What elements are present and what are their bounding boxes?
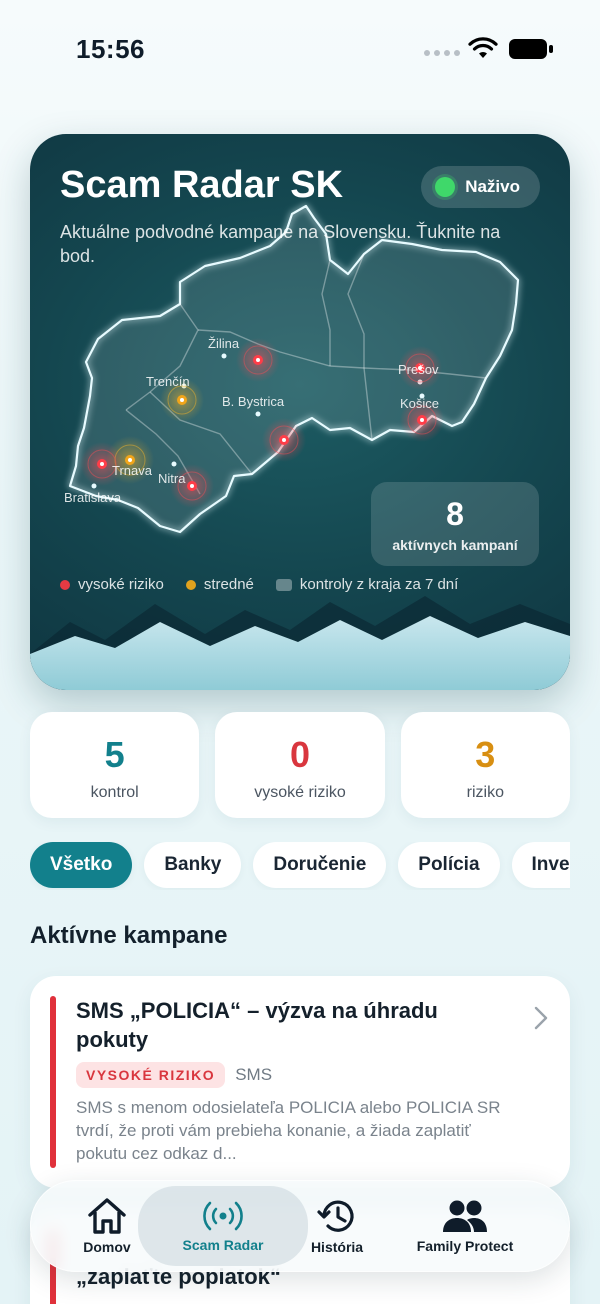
stat-label: riziko <box>466 784 504 801</box>
tab-family-protect[interactable]: Family Protect <box>400 1180 530 1272</box>
campaign-description: SMS s menom odosielateľa POLICIA alebo P… <box>76 1098 501 1163</box>
region-checks-square-icon <box>275 578 292 591</box>
legend-high: vysoké riziko <box>60 576 164 593</box>
city-label: Trenčín <box>146 374 190 389</box>
campaign-tags: VYSOKÉ RIZIKO SMS <box>76 1062 272 1088</box>
legend-checks: kontroly z kraja za 7 dní <box>275 576 458 593</box>
wifi-icon <box>468 37 498 58</box>
home-icon <box>88 1198 126 1234</box>
bottom-tab-bar: Domov Scam Radar História Family Protect <box>30 1180 570 1272</box>
filter-chip-investments[interactable]: Investície <box>511 842 570 888</box>
city-label: Žilina <box>208 336 240 351</box>
stat-risk: 3 riziko <box>400 712 570 818</box>
stat-label: vysoké riziko <box>254 784 346 801</box>
hero-subtitle: Aktuálne podvodné kampane na Slovensku. … <box>60 222 501 266</box>
history-icon <box>317 1200 354 1232</box>
page-title: Scam Radar SK <box>60 164 344 206</box>
risk-indicator-bar <box>50 996 56 1168</box>
high-risk-dot-icon <box>60 579 70 590</box>
stat-checks: 5 kontrol <box>30 712 200 818</box>
legend-medium: stredné <box>185 576 254 593</box>
tab-label: Domov <box>83 1239 131 1255</box>
stats-row: 5 kontrol 0 vysoké riziko 3 riziko <box>30 712 570 818</box>
campaign-title: SMS „POLICIA“ – výzva na úhradu pokuty <box>76 998 438 1052</box>
stat-high-risk: 0 vysoké riziko <box>215 712 385 818</box>
category-filters: Všetko Banky Doručenie Polícia Investíci… <box>30 842 570 890</box>
battery-icon <box>509 39 553 59</box>
tab-label: Scam Radar <box>182 1237 264 1253</box>
city-label: B. Bystrica <box>222 394 285 409</box>
city-label: Prešov <box>398 362 439 377</box>
section-title: Aktívne kampane <box>30 922 228 949</box>
stat-value: 5 <box>104 734 125 775</box>
city-label: Nitra <box>158 471 186 486</box>
city-label: Košice <box>400 396 439 411</box>
hotspot-high[interactable] <box>262 418 306 462</box>
live-label: Naživo <box>465 177 520 196</box>
map-legend: vysoké riziko stredné kontroly z kraja z… <box>60 576 458 593</box>
chevron-right-icon <box>534 1006 548 1030</box>
family-icon <box>443 1200 487 1232</box>
filter-chip-banks[interactable]: Banky <box>144 842 242 888</box>
active-campaigns-counter: 8 aktívnych kampaní <box>371 482 539 566</box>
hotspot-high[interactable] <box>236 338 280 382</box>
filter-chip-police[interactable]: Polícia <box>398 842 500 888</box>
active-campaigns-count: 8 <box>446 496 464 532</box>
status-time: 15:56 <box>76 34 145 64</box>
status-bar: 15:56 <box>0 0 600 96</box>
cellular-icon <box>424 50 460 56</box>
filter-chip-delivery[interactable]: Doručenie <box>253 842 387 888</box>
filter-chip-all[interactable]: Všetko <box>30 842 133 888</box>
tab-history[interactable]: História <box>292 1180 382 1272</box>
risk-badge: VYSOKÉ RIZIKO <box>76 1062 226 1088</box>
active-campaigns-label: aktívnych kampaní <box>392 537 518 553</box>
stat-label: kontrol <box>90 784 139 801</box>
medium-risk-dot-icon <box>185 579 196 590</box>
live-indicator-icon <box>435 177 456 197</box>
radar-icon <box>203 1201 243 1231</box>
campaign-card[interactable]: SMS „POLICIA“ – výzva na úhradu pokuty V… <box>30 976 570 1188</box>
stat-value: 0 <box>289 734 310 775</box>
tab-label: História <box>310 1239 364 1255</box>
live-badge: Naživo <box>421 166 540 208</box>
city-label: Trnava <box>112 463 153 478</box>
city-label: Bratislava <box>64 490 122 505</box>
tab-label: Family Protect <box>416 1238 514 1254</box>
tab-scam-radar[interactable]: Scam Radar <box>138 1186 308 1266</box>
slovakia-map: Žilina Trenčín B. Bystrica Prešov Košice… <box>30 204 570 690</box>
scam-radar-hero-card: Žilina Trenčín B. Bystrica Prešov Košice… <box>30 134 570 690</box>
channel-label: SMS <box>235 1065 273 1084</box>
stat-value: 3 <box>475 734 496 775</box>
